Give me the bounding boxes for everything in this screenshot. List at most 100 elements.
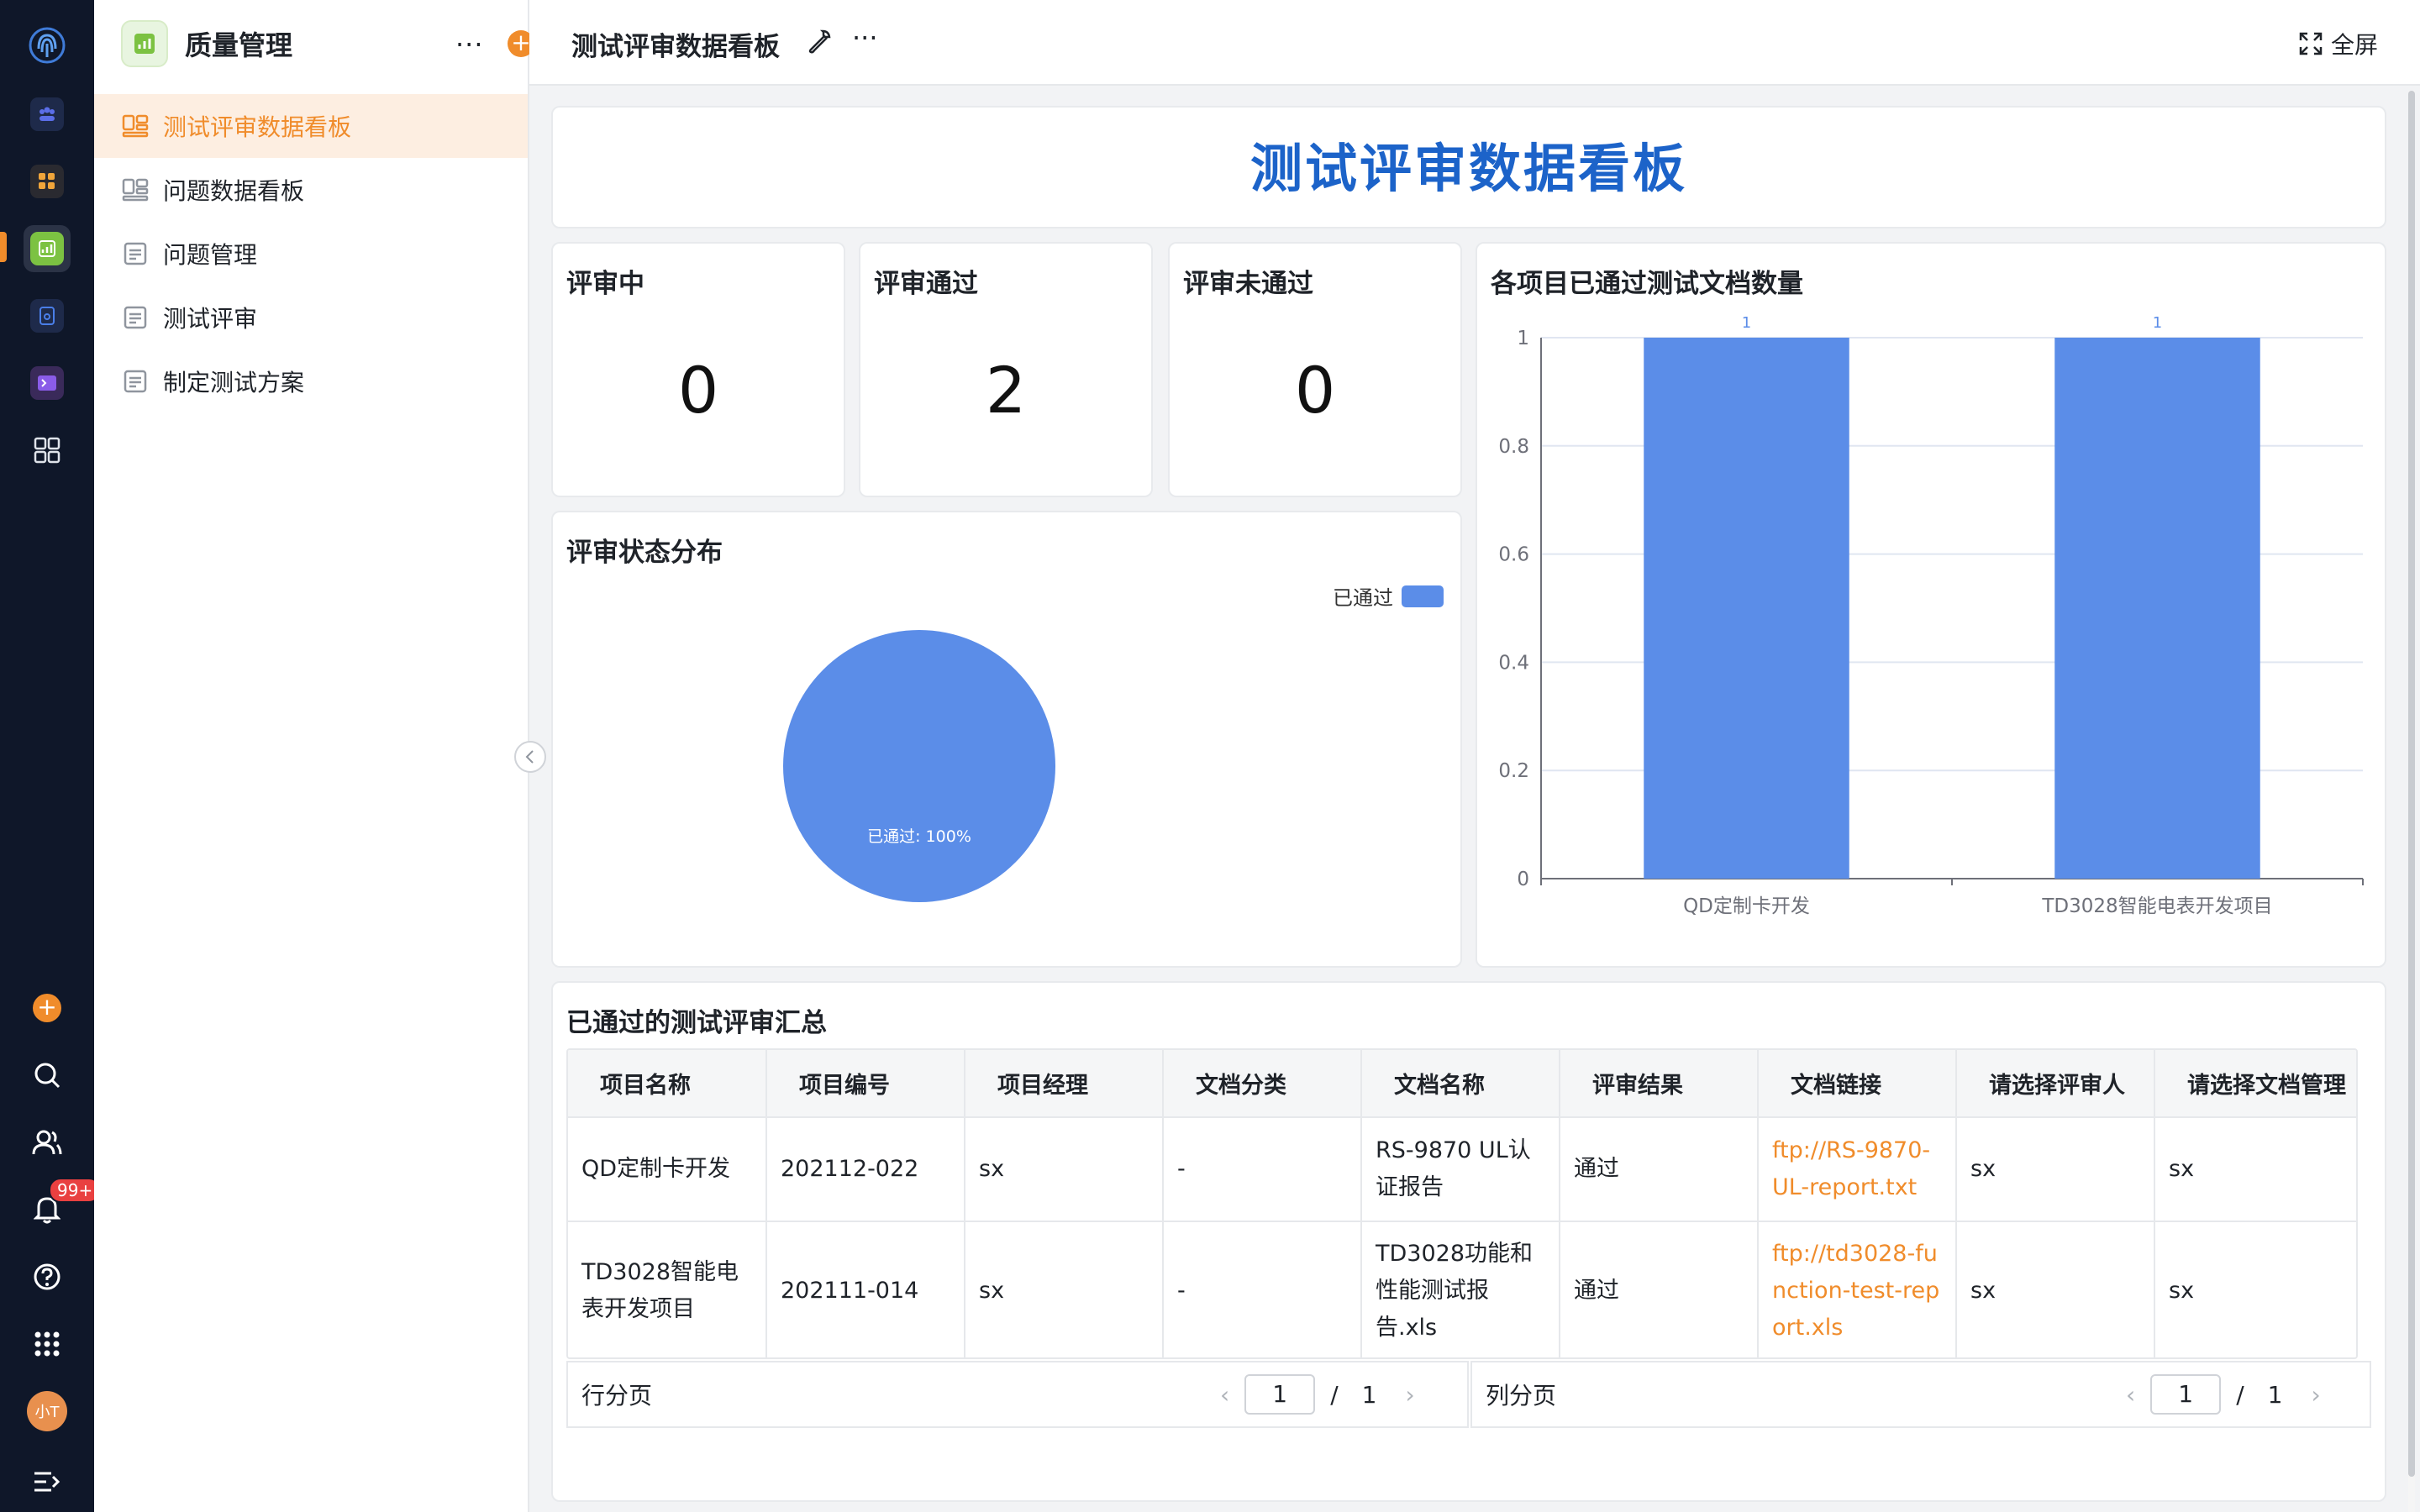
cell-doc-link: ftp://RS-9870-UL-report.txt <box>1758 1117 1957 1222</box>
notification-badge: 99+ <box>49 1178 102 1203</box>
cell-project-code: 202112-022 <box>766 1117 965 1222</box>
sidebar-app-title: 质量管理 <box>185 29 293 61</box>
cell-doc-category: - <box>1163 1221 1362 1357</box>
column-header[interactable]: 项目编号 <box>766 1050 965 1118</box>
more-icon[interactable]: ··· <box>852 22 878 54</box>
column-page-input[interactable]: 1 <box>2150 1374 2222 1415</box>
row-pager: 行分页 ‹ 1 / 1 › <box>566 1361 1469 1428</box>
fullscreen-button[interactable]: 全屏 <box>2299 27 2378 60</box>
add-icon[interactable]: + <box>24 984 71 1032</box>
cell-doc-name: RS-9870 UL认证报告 <box>1361 1117 1560 1222</box>
table-icon <box>121 239 150 268</box>
team-app-icon[interactable] <box>24 91 71 138</box>
apps-grid-icon[interactable] <box>24 1320 71 1368</box>
collapse-sidebar-button[interactable] <box>514 741 546 773</box>
table-icon <box>121 367 150 396</box>
sidebar-item-issue-dashboard[interactable]: 问题数据看板 <box>94 158 528 222</box>
doc-link[interactable]: ftp://td3028-function-test-report.xls <box>1772 1241 1939 1341</box>
stat-label: 评审未通过 <box>1183 269 1313 299</box>
summary-table: 项目名称 项目编号 项目经理 文档分类 文档名称 评审结果 文档链接 请选择评审… <box>568 1050 2356 1357</box>
chevron-right-icon[interactable]: › <box>1405 1381 1414 1409</box>
page-scrollbar[interactable] <box>2408 91 2415 1512</box>
avatar[interactable]: 小T <box>24 1388 71 1435</box>
wrench-icon[interactable] <box>807 29 832 57</box>
all-apps-icon[interactable] <box>24 427 71 474</box>
column-header[interactable]: 评审结果 <box>1560 1050 1759 1118</box>
stat-card-failed: 评审未通过 0 <box>1168 242 1462 497</box>
x-tick-label: TD3028智能电表开发项目 <box>2041 895 2272 917</box>
sidebar-nav: 测试评审数据看板 问题数据看板 问题管理 测试评审 制定测试方案 <box>94 94 528 413</box>
search-icon[interactable] <box>24 1052 71 1099</box>
table-scroll-area[interactable]: 项目名称 项目编号 项目经理 文档分类 文档名称 评审结果 文档链接 请选择评审… <box>566 1048 2358 1359</box>
pie-chart-card: 评审状态分布 已通过 已通过: 100% <box>551 511 1462 968</box>
fingerprint-logo-icon[interactable] <box>24 22 71 69</box>
table-row[interactable]: QD定制卡开发 202112-022 sx - RS-9870 UL认证报告 通… <box>568 1117 2356 1222</box>
stat-value: 0 <box>677 353 719 428</box>
pie-slice-label: 已通过: 100% <box>867 827 971 846</box>
sidebar-item-issue-management[interactable]: 问题管理 <box>94 222 528 286</box>
scrollbar-thumb[interactable] <box>2408 91 2415 1477</box>
table-row[interactable]: TD3028智能电表开发项目 202111-014 sx - TD3028功能和… <box>568 1221 2356 1357</box>
column-header[interactable]: 项目经理 <box>965 1050 1164 1118</box>
cell-reviewer: sx <box>1956 1221 2155 1357</box>
sidebar-item-label: 制定测试方案 <box>163 369 305 396</box>
cell-project-name: QD定制卡开发 <box>568 1117 767 1222</box>
avatar-text: 小T <box>27 1391 67 1431</box>
contacts-icon[interactable] <box>24 1119 71 1166</box>
help-icon[interactable] <box>24 1253 71 1300</box>
column-header[interactable]: 请选择评审人 <box>1956 1050 2155 1118</box>
bar-chart-card: 各项目已通过测试文档数量 0 0.2 0.4 0.6 0.8 1 1 QD定制卡开发 1 TD30… <box>1476 242 2386 968</box>
cell-manager: sx <box>965 1117 1164 1222</box>
stat-label: 评审通过 <box>874 269 978 299</box>
column-header[interactable]: 文档分类 <box>1163 1050 1362 1118</box>
cell-doc-name: TD3028功能和性能测试报告.xls <box>1361 1221 1560 1357</box>
cell-review-result: 通过 <box>1560 1117 1759 1222</box>
chevron-left-icon <box>525 750 534 764</box>
y-tick-label: 0 <box>1517 869 1529 890</box>
table-title: 已通过的测试评审汇总 <box>566 1008 827 1038</box>
pager-sep: / <box>2236 1380 2244 1409</box>
row-page-input[interactable]: 1 <box>1244 1374 1316 1415</box>
sidebar-item-review-dashboard[interactable]: 测试评审数据看板 <box>94 94 528 158</box>
cell-project-name: TD3028智能电表开发项目 <box>568 1221 767 1357</box>
pie-slice <box>783 630 1055 902</box>
column-header[interactable]: 文档链接 <box>1758 1050 1957 1118</box>
document-app-icon[interactable] <box>24 292 71 339</box>
active-indicator <box>0 232 7 262</box>
bar-data-label: 1 <box>1742 314 1751 332</box>
chevron-left-icon[interactable]: ‹ <box>2126 1381 2135 1409</box>
y-tick-label: 0.8 <box>1498 436 1529 458</box>
app-rail: + 99+ 小T <box>0 0 102 1512</box>
sidebar-item-test-review[interactable]: 测试评审 <box>94 286 528 349</box>
sidebar-item-label: 测试评审数据看板 <box>163 113 352 141</box>
chevron-left-icon[interactable]: ‹ <box>1220 1381 1229 1409</box>
bar-chart: 0 0.2 0.4 0.6 0.8 1 1 QD定制卡开发 1 TD3028智能电表开发项目 <box>1498 314 2364 917</box>
expand-rail-icon[interactable] <box>24 1458 71 1505</box>
more-icon[interactable]: ··· <box>455 29 484 60</box>
cell-doc-admin: sx <box>2154 1221 2356 1357</box>
column-pager: 列分页 ‹ 1 / 1 › <box>1470 1361 2371 1428</box>
dashboard-icon <box>121 176 150 204</box>
column-header[interactable]: 请选择文档管理 <box>2154 1050 2356 1118</box>
sidebar-item-test-plan[interactable]: 制定测试方案 <box>94 349 528 413</box>
table-icon <box>121 303 150 332</box>
stat-value: 2 <box>985 353 1027 428</box>
grid-app-icon[interactable] <box>24 158 71 205</box>
row-pager-controls: ‹ 1 / 1 › <box>1220 1374 1415 1415</box>
quality-app-logo-icon <box>121 20 168 67</box>
doc-link[interactable]: ftp://RS-9870-UL-report.txt <box>1772 1137 1930 1200</box>
pager-sep: / <box>1330 1380 1339 1409</box>
column-header[interactable]: 文档名称 <box>1361 1050 1560 1118</box>
cell-review-result: 通过 <box>1560 1221 1759 1357</box>
chevron-right-icon[interactable]: › <box>2311 1381 2320 1409</box>
bar <box>2054 338 2260 879</box>
column-header[interactable]: 项目名称 <box>568 1050 767 1118</box>
terminal-app-icon[interactable] <box>24 360 71 407</box>
dashboard-icon <box>121 112 150 140</box>
cell-reviewer: sx <box>1956 1117 2155 1222</box>
sidebar: 质量管理 ··· + 测试评审数据看板 问题数据看板 问题管理 测试评审 制定测… <box>94 0 534 1512</box>
page-title: 测试评审数据看板 <box>571 32 780 62</box>
banner-card: 测试评审数据看板 <box>551 106 2386 228</box>
quality-app-icon[interactable] <box>24 225 71 272</box>
cell-doc-category: - <box>1163 1117 1362 1222</box>
